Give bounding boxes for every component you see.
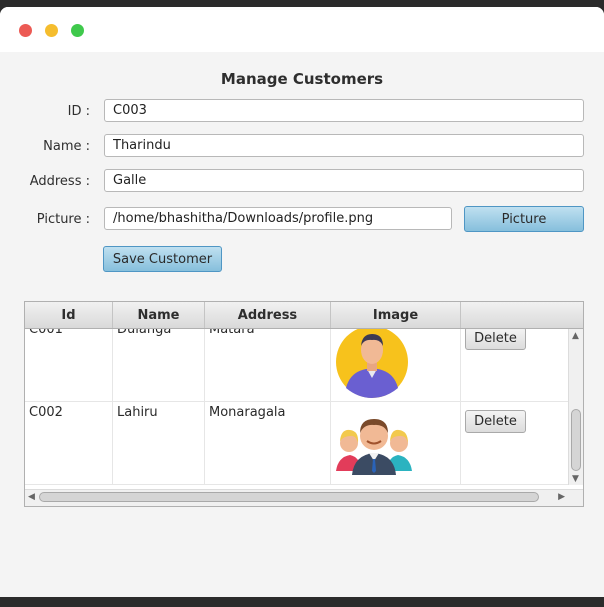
delete-button[interactable]: Delete [465,410,526,433]
column-header-name[interactable]: Name [113,302,205,328]
scroll-down-icon[interactable]: ▼ [572,474,579,484]
horizontal-scroll-thumb[interactable] [39,492,539,502]
table-row[interactable]: C002 Lahiru Monaragala Delete [25,401,569,485]
scroll-right-icon[interactable]: ▶ [558,492,565,502]
column-header-image[interactable]: Image [331,302,461,328]
group-avatar-icon [336,419,412,475]
column-header-action[interactable] [461,302,583,328]
save-customer-button[interactable]: Save Customer [103,246,222,272]
app-window: Manage Customers ID : Name : Address : P… [0,7,604,597]
table-row[interactable]: C001 Dulanga Matara Delete [25,329,569,402]
picture-button[interactable]: Picture [464,206,584,232]
delete-button[interactable]: Delete [465,329,526,350]
name-input[interactable] [104,134,584,157]
title-bar [0,7,604,52]
picture-label: Picture : [36,212,90,227]
scroll-left-icon[interactable]: ◀ [28,492,35,502]
scroll-up-icon[interactable]: ▲ [572,331,579,341]
cell-id: C002 [29,405,63,420]
column-header-id[interactable]: Id [25,302,113,328]
name-label: Name : [43,139,90,154]
close-window-button[interactable] [19,24,32,37]
id-label: ID : [67,104,90,119]
column-header-address[interactable]: Address [205,302,331,328]
picture-path-input[interactable] [104,207,452,230]
address-input[interactable] [104,169,584,192]
cell-address: Matara [209,329,255,337]
page-title: Manage Customers [220,70,384,88]
cell-name: Lahiru [117,405,158,420]
cell-id: C001 [29,329,63,337]
id-input[interactable] [104,99,584,122]
table-body: C001 Dulanga Matara Delete C002 Lahiru M… [25,329,569,485]
man-avatar-icon [336,329,408,398]
customer-table: Id Name Address Image C001 Dulanga Matar… [24,301,584,507]
minimize-window-button[interactable] [45,24,58,37]
vertical-scroll-thumb[interactable] [571,409,581,471]
vertical-scrollbar[interactable]: ▲ ▼ [568,329,583,485]
maximize-window-button[interactable] [71,24,84,37]
table-header: Id Name Address Image [25,302,583,329]
cell-address: Monaragala [209,405,286,420]
address-label: Address : [29,174,90,189]
cell-name: Dulanga [117,329,172,337]
horizontal-scrollbar[interactable]: ◀ ▶ [25,489,583,506]
